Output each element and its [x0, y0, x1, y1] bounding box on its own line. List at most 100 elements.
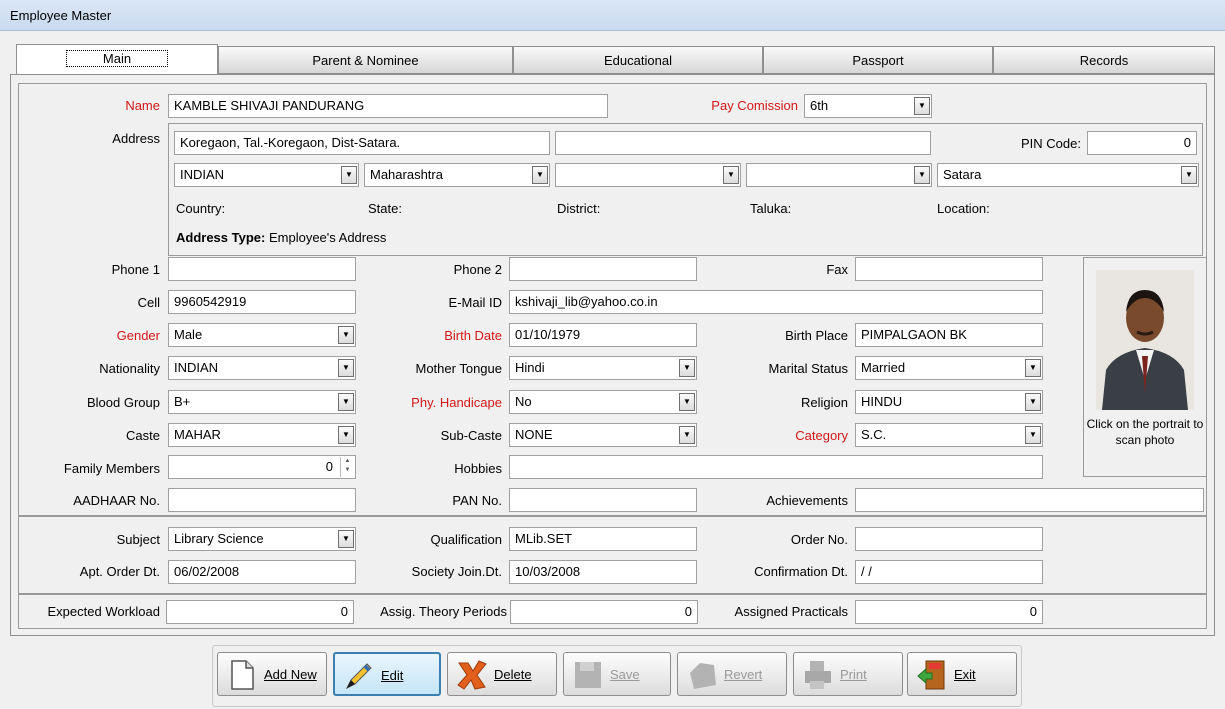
- society-join-date-field[interactable]: 10/03/2008: [509, 560, 697, 584]
- chevron-down-icon[interactable]: ▼: [914, 166, 930, 184]
- phone2-field[interactable]: [509, 257, 697, 281]
- category-select[interactable]: S.C. ▼: [855, 423, 1043, 447]
- email-label: E-Mail ID: [448, 295, 502, 310]
- chevron-down-icon[interactable]: ▼: [1025, 426, 1041, 444]
- portrait-photo[interactable]: [1096, 270, 1194, 410]
- tab-main-label: Main: [65, 50, 169, 67]
- print-button[interactable]: Print: [793, 652, 903, 696]
- chevron-down-icon[interactable]: ▼: [338, 326, 354, 344]
- revert-button[interactable]: Revert: [677, 652, 787, 696]
- chevron-down-icon[interactable]: ▼: [723, 166, 739, 184]
- address-line1-field[interactable]: Koregaon, Tal.-Koregaon, Dist-Satara.: [174, 131, 550, 155]
- country-select[interactable]: INDIAN ▼: [174, 163, 359, 187]
- handicap-select[interactable]: No ▼: [509, 390, 697, 414]
- chevron-down-icon[interactable]: ▼: [338, 426, 354, 444]
- delete-button[interactable]: Delete: [447, 652, 557, 696]
- theory-periods-field[interactable]: 0: [510, 600, 698, 624]
- new-document-icon: [231, 660, 254, 690]
- sub-caste-select[interactable]: NONE ▼: [509, 423, 697, 447]
- save-label: Save: [610, 667, 640, 682]
- name-field[interactable]: KAMBLE SHIVAJI PANDURANG: [168, 94, 608, 118]
- state-select[interactable]: Maharashtra ▼: [364, 163, 550, 187]
- birth-date-field[interactable]: 01/10/1979: [509, 323, 697, 347]
- chevron-down-icon[interactable]: ▼: [1181, 166, 1197, 184]
- chevron-down-icon[interactable]: ▼: [679, 359, 695, 377]
- save-button[interactable]: Save: [563, 652, 671, 696]
- aadhaar-label: AADHAAR No.: [73, 493, 160, 508]
- tab-educational[interactable]: Educational: [513, 46, 763, 74]
- pan-field[interactable]: [509, 488, 697, 512]
- gender-select[interactable]: Male ▼: [168, 323, 356, 347]
- location-value: Satara: [943, 167, 982, 182]
- pay-commission-select[interactable]: 6th ▼: [804, 94, 932, 118]
- marital-status-value: Married: [861, 360, 906, 375]
- tab-passport[interactable]: Passport: [763, 46, 993, 74]
- chevron-down-icon[interactable]: ▼: [679, 426, 695, 444]
- marital-status-select[interactable]: Married ▼: [855, 356, 1043, 380]
- category-value: S.C.: [861, 427, 887, 442]
- cell-field[interactable]: 9960542919: [168, 290, 356, 314]
- family-members-field[interactable]: 0 ▲ ▼: [168, 455, 356, 479]
- spinner-arrows-icon[interactable]: ▲ ▼: [340, 457, 354, 477]
- chevron-down-icon[interactable]: ▼: [914, 97, 930, 115]
- pan-label: PAN No.: [452, 493, 502, 508]
- add-new-button[interactable]: Add New: [217, 652, 327, 696]
- qualification-field[interactable]: MLib.SET: [509, 527, 697, 551]
- district-label: District:: [557, 201, 601, 216]
- expected-workload-field[interactable]: 0: [166, 600, 354, 624]
- aadhaar-field[interactable]: [168, 488, 356, 512]
- assigned-practicals-label: Assigned Practicals: [734, 604, 848, 619]
- tab-records[interactable]: Records: [993, 46, 1215, 74]
- exit-button[interactable]: Exit: [907, 652, 1017, 696]
- caste-select[interactable]: MAHAR ▼: [168, 423, 356, 447]
- achievements-field[interactable]: [855, 488, 1204, 512]
- qualification-label: Qualification: [430, 532, 502, 547]
- birth-date-label: Birth Date: [444, 328, 502, 343]
- district-select[interactable]: ▼: [555, 163, 741, 187]
- chevron-down-icon[interactable]: ▼: [338, 393, 354, 411]
- print-label: Print: [840, 667, 867, 682]
- chevron-down-icon[interactable]: ▼: [338, 359, 354, 377]
- marital-status-label: Marital Status: [768, 361, 848, 376]
- chevron-down-icon[interactable]: ▼: [1025, 393, 1041, 411]
- email-field[interactable]: kshivaji_lib@yahoo.co.in: [509, 290, 1043, 314]
- hobbies-field[interactable]: [509, 455, 1043, 479]
- edit-label: Edit: [381, 668, 404, 683]
- religion-select[interactable]: HINDU ▼: [855, 390, 1043, 414]
- mother-tongue-label: Mother Tongue: [415, 361, 503, 376]
- chevron-down-icon[interactable]: ▼: [1025, 359, 1041, 377]
- address-type-label: Address Type:: [176, 230, 266, 245]
- assigned-practicals-field[interactable]: 0: [855, 600, 1043, 624]
- phone1-label: Phone 1: [111, 262, 160, 277]
- tab-main[interactable]: Main: [16, 44, 218, 74]
- fax-field[interactable]: [855, 257, 1043, 281]
- phone1-field[interactable]: [168, 257, 356, 281]
- chevron-down-icon[interactable]: ▼: [679, 393, 695, 411]
- photo-frame[interactable]: Click on the portrait to scan photo: [1083, 257, 1207, 477]
- chevron-down-icon[interactable]: ▼: [532, 166, 548, 184]
- country-value: INDIAN: [180, 167, 225, 182]
- pay-commission-value: 6th: [810, 98, 829, 113]
- apt-order-date-field[interactable]: 06/02/2008: [168, 560, 356, 584]
- taluka-select[interactable]: ▼: [746, 163, 932, 187]
- religion-label: Religion: [801, 395, 848, 410]
- subject-select[interactable]: Library Science ▼: [168, 527, 356, 551]
- nationality-value: INDIAN: [174, 360, 219, 375]
- pin-code-field[interactable]: 0: [1087, 131, 1197, 155]
- nationality-select[interactable]: INDIAN ▼: [168, 356, 356, 380]
- birth-place-field[interactable]: PIMPALGAON BK: [855, 323, 1043, 347]
- nationality-label: Nationality: [99, 361, 160, 376]
- mother-tongue-select[interactable]: Hindi ▼: [509, 356, 697, 380]
- revert-label: Revert: [724, 667, 763, 682]
- blood-group-select[interactable]: B+ ▼: [168, 390, 356, 414]
- tab-parent-nominee[interactable]: Parent & Nominee: [218, 46, 513, 74]
- order-no-label: Order No.: [790, 532, 848, 547]
- order-no-field[interactable]: [855, 527, 1043, 551]
- confirmation-date-field[interactable]: / /: [855, 560, 1043, 584]
- society-join-date-label: Society Join.Dt.: [411, 564, 502, 579]
- chevron-down-icon[interactable]: ▼: [338, 530, 354, 548]
- location-select[interactable]: Satara ▼: [937, 163, 1199, 187]
- edit-button[interactable]: Edit: [333, 652, 441, 696]
- chevron-down-icon[interactable]: ▼: [341, 166, 357, 184]
- address-line2-field[interactable]: [555, 131, 931, 155]
